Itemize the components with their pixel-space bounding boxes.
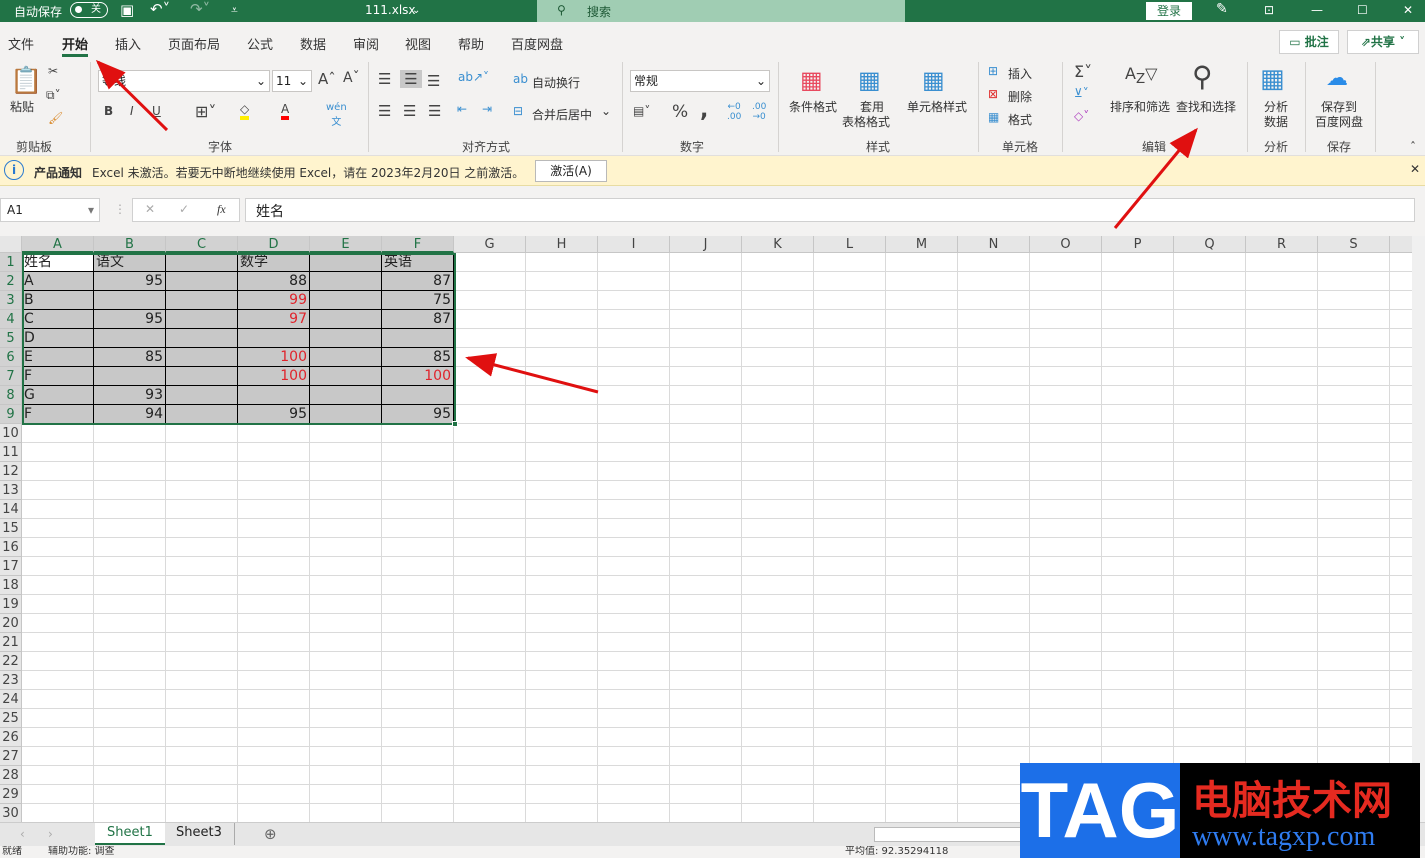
arrow-to-home-tab xyxy=(95,59,169,132)
arrow-to-table xyxy=(465,353,599,394)
watermark-url: www.tagxp.com xyxy=(1192,821,1376,852)
arrow-to-find-select xyxy=(1113,127,1198,229)
watermark-text: 电脑技术网 xyxy=(1192,778,1392,824)
watermark-logo: TAG xyxy=(1020,763,1180,858)
watermark: TAG 电脑技术网 www.tagxp.com xyxy=(1020,763,1420,858)
annotation-arrows xyxy=(95,59,1198,394)
